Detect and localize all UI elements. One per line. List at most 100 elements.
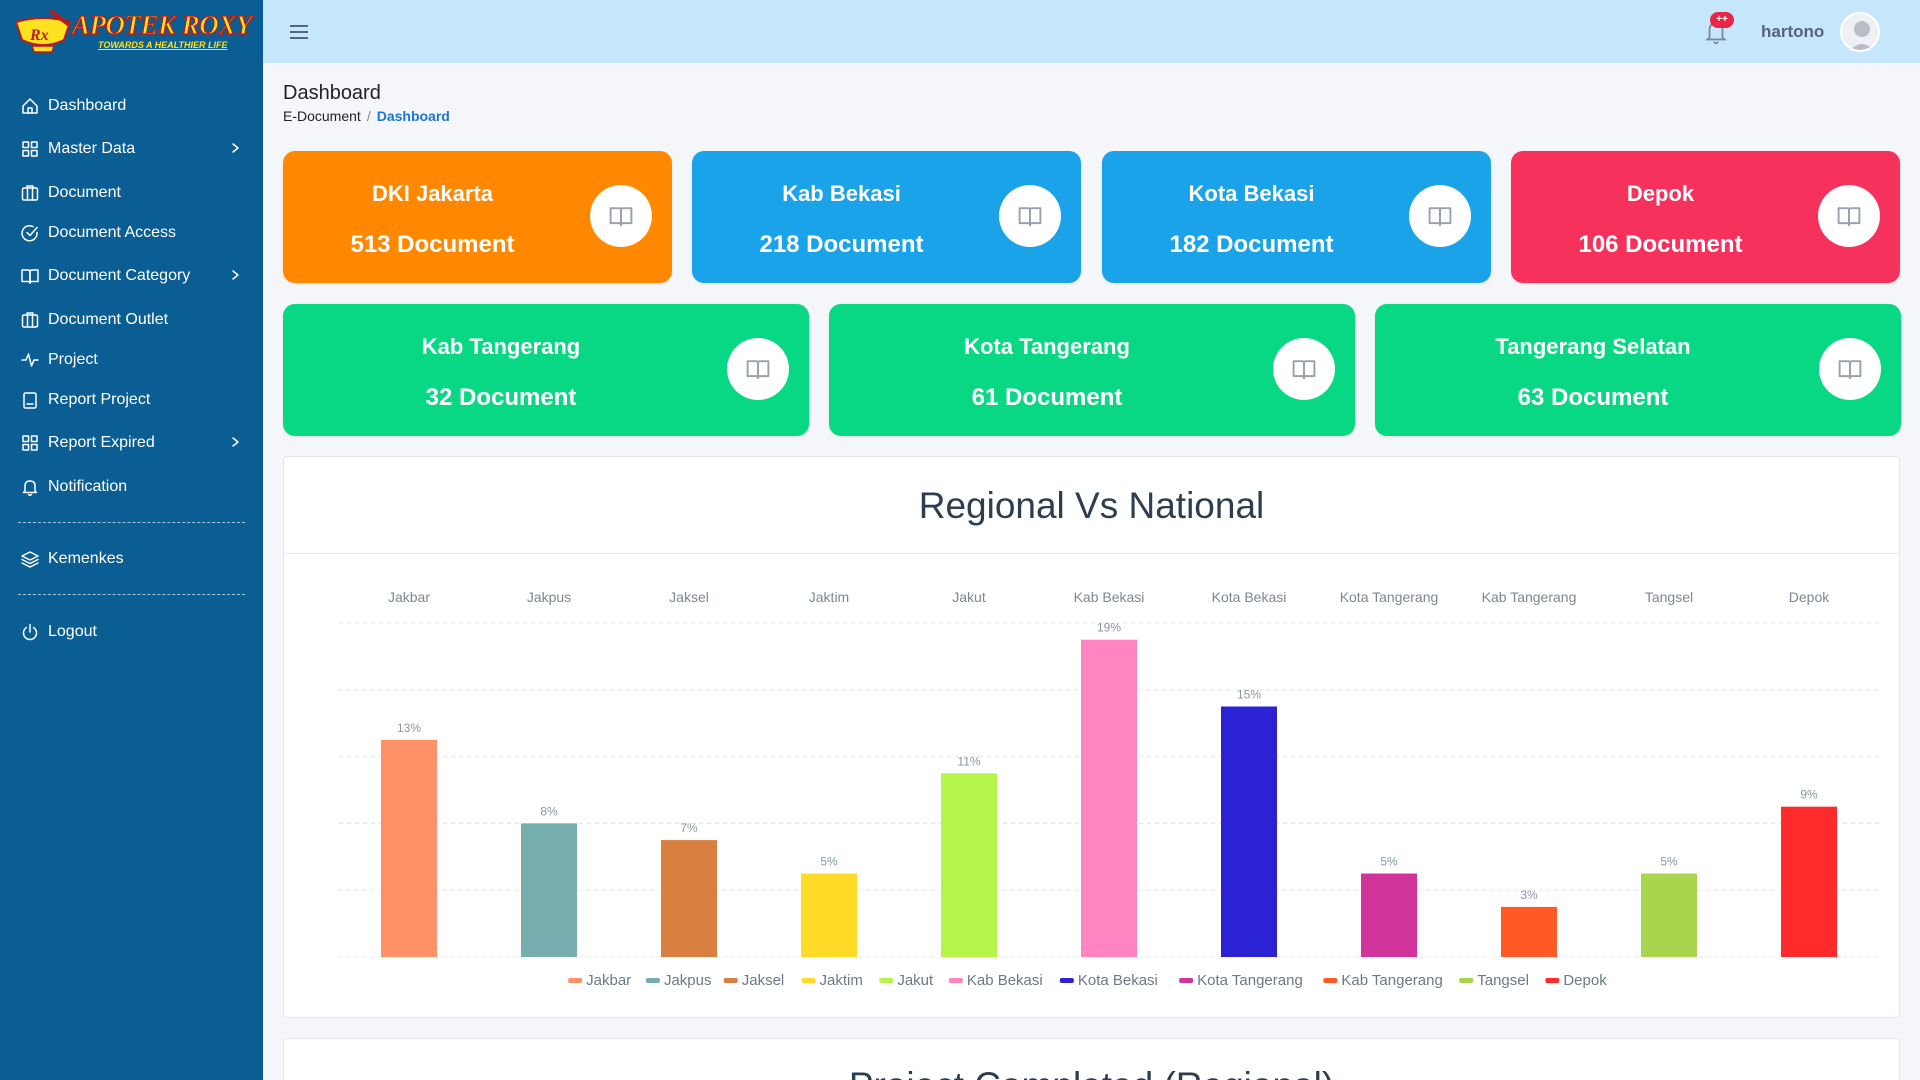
project-completed-panel: Project Completed (Regional) bbox=[283, 1038, 1900, 1080]
legend-label-jakpus: Jakpus bbox=[664, 972, 712, 989]
card-count: 106 Document bbox=[1578, 231, 1743, 258]
x-tick-label-jakbar: Jakbar bbox=[388, 589, 430, 605]
folder-icon bbox=[20, 183, 40, 203]
legend-label-jaktim: Jaktim bbox=[820, 972, 863, 989]
legend-swatch-jaktim bbox=[801, 978, 816, 983]
user-avatar-icon bbox=[1850, 21, 1874, 50]
data-label-jakut: 11% bbox=[957, 754, 980, 768]
sidebar-item-logout[interactable]: Logout bbox=[0, 614, 263, 648]
chart-title: Regional Vs National bbox=[918, 485, 1265, 526]
brand-logo[interactable]: Rx APOTEK ROXY TOWARDS A HEALTHIER LIFE bbox=[10, 6, 255, 56]
sidebar-item-project[interactable]: Project bbox=[0, 342, 263, 376]
sidebar-item-label: Notification bbox=[48, 478, 128, 495]
legend-swatch-jakbar bbox=[568, 978, 583, 983]
bar-jakbar bbox=[381, 739, 437, 957]
data-label-tangsel: 5% bbox=[1660, 855, 1678, 869]
region-card-tangerang-selatan[interactable]: Tangerang Selatan 63 Document bbox=[1375, 304, 1901, 436]
legend-swatch-jakpus bbox=[645, 978, 660, 983]
breadcrumb: E-Document / Dashboard bbox=[283, 108, 450, 124]
sidebar-item-label: Kemenkes bbox=[48, 550, 124, 567]
home-icon bbox=[20, 96, 40, 116]
bar-tangsel bbox=[1641, 873, 1697, 957]
bar-jakut bbox=[941, 773, 997, 957]
card-count: 63 Document bbox=[1517, 384, 1669, 411]
data-label-depok: 9% bbox=[1800, 788, 1818, 802]
username-label[interactable]: hartono bbox=[1761, 22, 1824, 42]
sidebar-item-document[interactable]: Document bbox=[0, 175, 263, 209]
top-bar: ++ hartono bbox=[263, 0, 1920, 63]
brand-name: APOTEK ROXY bbox=[71, 9, 252, 40]
card-title: Tangerang Selatan bbox=[1495, 334, 1691, 359]
legend-swatch-kab-tangerang bbox=[1323, 978, 1338, 983]
panel2-title: Project Completed (Regional) bbox=[284, 1065, 1899, 1080]
x-tick-label-jaktim: Jaktim bbox=[809, 589, 849, 605]
sidebar-divider bbox=[18, 594, 245, 595]
avatar[interactable] bbox=[1840, 12, 1880, 52]
card-title: Kab Tangerang bbox=[421, 334, 581, 359]
legend-label-depok: Depok bbox=[1563, 972, 1607, 989]
page-title: Dashboard bbox=[283, 82, 381, 104]
sidebar-divider bbox=[18, 522, 245, 523]
bell-icon bbox=[20, 477, 40, 497]
grid-icon bbox=[20, 433, 40, 453]
bar-jakpus bbox=[521, 823, 577, 957]
data-label-jakbar: 13% bbox=[397, 721, 421, 735]
region-card-kab-tangerang[interactable]: Kab Tangerang 32 Document bbox=[283, 304, 809, 436]
sidebar-item-dashboard[interactable]: Dashboard bbox=[0, 88, 263, 122]
sidebar-item-report-project[interactable]: Report Project bbox=[0, 382, 263, 416]
bar-kota-bekasi bbox=[1221, 706, 1277, 957]
open-book-icon bbox=[999, 185, 1061, 247]
breadcrumb-item-dashboard[interactable]: Dashboard bbox=[377, 108, 450, 124]
sidebar-item-document-outlet[interactable]: Document Outlet bbox=[0, 302, 263, 336]
notification-badge: ++ bbox=[1710, 12, 1734, 28]
legend-label-kota-bekasi: Kota Bekasi bbox=[1078, 972, 1158, 989]
hamburger-menu-icon[interactable] bbox=[287, 20, 311, 44]
legend-label-jakbar: Jakbar bbox=[586, 972, 631, 989]
chevron-right-icon bbox=[228, 435, 242, 449]
region-card-kota-tangerang[interactable]: Kota Tangerang 61 Document bbox=[829, 304, 1355, 436]
book-icon bbox=[20, 266, 40, 286]
sidebar-item-notification[interactable]: Notification bbox=[0, 469, 263, 503]
card-title: Kota Bekasi bbox=[1188, 181, 1315, 206]
chevron-right-icon bbox=[228, 268, 242, 282]
legend-label-kab-bekasi: Kab Bekasi bbox=[967, 972, 1043, 989]
x-tick-label-kab-bekasi: Kab Bekasi bbox=[1074, 589, 1145, 605]
sidebar-item-report-expired[interactable]: Report Expired bbox=[0, 425, 263, 459]
bar-kab-tangerang bbox=[1501, 906, 1557, 957]
legend-label-jakut: Jakut bbox=[897, 972, 934, 989]
sidebar-item-document-category[interactable]: Document Category bbox=[0, 258, 263, 292]
sidebar-item-kemenkes[interactable]: Kemenkes bbox=[0, 541, 263, 575]
region-card-dki-jakarta[interactable]: DKI Jakarta 513 Document bbox=[283, 151, 672, 283]
card-count: 182 Document bbox=[1169, 231, 1334, 258]
power-icon bbox=[20, 622, 40, 642]
layers-icon bbox=[20, 549, 40, 569]
sidebar-item-label: Master Data bbox=[48, 140, 136, 157]
bar-kota-tangerang bbox=[1361, 873, 1417, 957]
sidebar-item-label: Logout bbox=[48, 623, 97, 640]
panel-divider bbox=[284, 553, 1899, 554]
open-book-icon bbox=[1273, 338, 1335, 400]
region-card-kab-bekasi[interactable]: Kab Bekasi 218 Document bbox=[692, 151, 1081, 283]
svg-text:Rx: Rx bbox=[29, 27, 49, 44]
sidebar: Rx APOTEK ROXY TOWARDS A HEALTHIER LIFE … bbox=[0, 0, 263, 1080]
region-card-depok[interactable]: Depok 106 Document bbox=[1511, 151, 1900, 283]
sidebar-item-label: Document Access bbox=[48, 224, 177, 241]
sidebar-item-document-access[interactable]: Document Access bbox=[0, 215, 263, 249]
activity-icon bbox=[20, 350, 40, 370]
open-book-icon bbox=[590, 185, 652, 247]
x-tick-label-kota-bekasi: Kota Bekasi bbox=[1212, 589, 1287, 605]
data-label-kota-bekasi: 15% bbox=[1237, 688, 1261, 702]
legend-swatch-jakut bbox=[879, 978, 894, 983]
card-title: DKI Jakarta bbox=[371, 181, 494, 206]
data-label-kab-tangerang: 3% bbox=[1520, 888, 1538, 902]
card-title: Kota Tangerang bbox=[964, 334, 1130, 359]
region-card-kota-bekasi[interactable]: Kota Bekasi 182 Document bbox=[1102, 151, 1491, 283]
breadcrumb-item-edocument[interactable]: E-Document bbox=[283, 108, 361, 124]
x-tick-label-tangsel: Tangsel bbox=[1645, 589, 1693, 605]
bar-jaktim bbox=[801, 873, 857, 957]
bar-jaksel bbox=[661, 840, 717, 957]
legend-swatch-tangsel bbox=[1459, 978, 1474, 983]
sidebar-item-label: Report Project bbox=[48, 391, 151, 408]
sidebar-item-master-data[interactable]: Master Data bbox=[0, 131, 263, 165]
x-tick-label-depok: Depok bbox=[1789, 589, 1830, 605]
